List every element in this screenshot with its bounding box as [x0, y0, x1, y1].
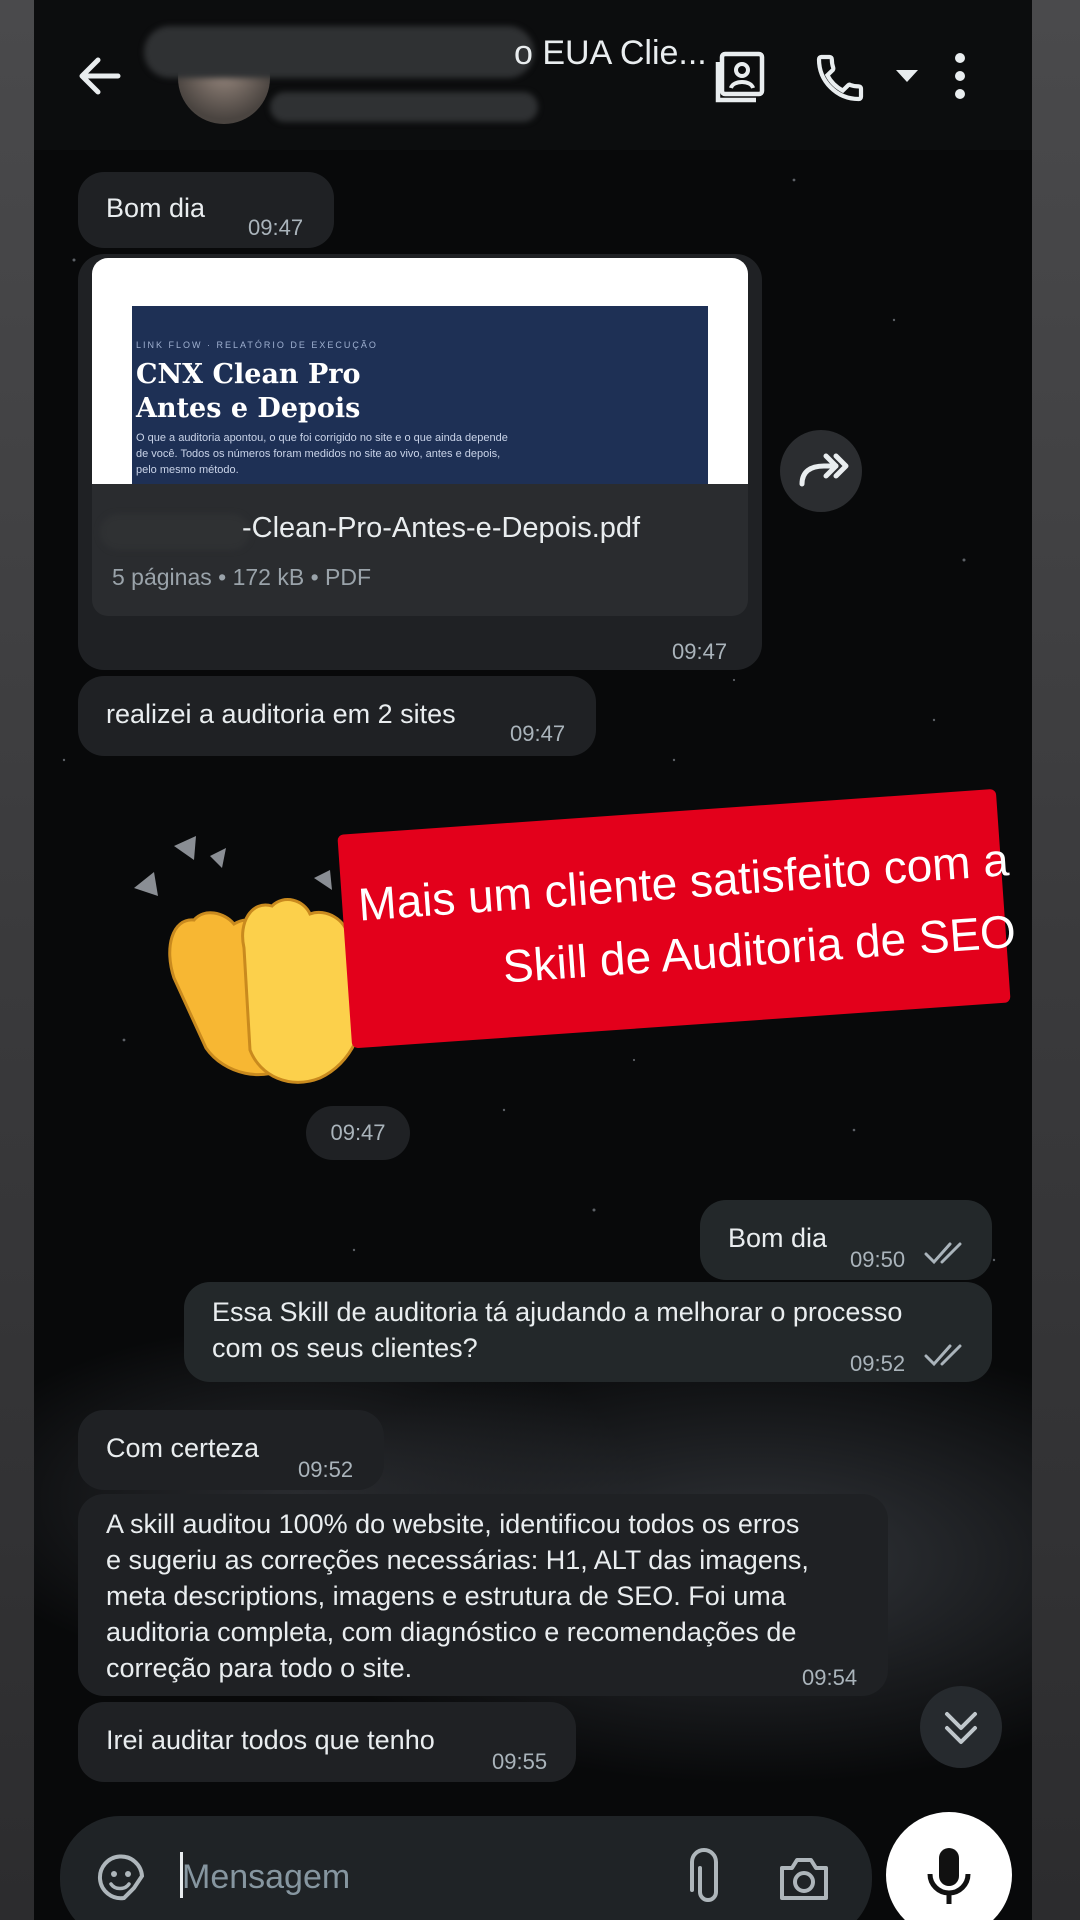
message-text-line: A skill auditou 100% do website, identif…	[106, 1509, 800, 1539]
double-chevron-down-icon	[945, 1712, 977, 1744]
scroll-to-bottom-button[interactable]	[920, 1686, 1002, 1768]
pdf-preview: LINK FLOW · RELATÓRIO DE EXECUÇÃO CNX Cl…	[92, 258, 748, 484]
message-time: 09:55	[492, 1749, 548, 1774]
pdf-kicker: LINK FLOW · RELATÓRIO DE EXECUÇÃO	[136, 340, 378, 350]
pdf-file-meta: 5 páginas • 172 kB • PDF	[112, 564, 372, 590]
pdf-cover: LINK FLOW · RELATÓRIO DE EXECUÇÃO CNX Cl…	[132, 306, 708, 484]
pdf-heading: CNX Clean Pro Antes e Depois	[136, 358, 361, 426]
message-bubble-incoming[interactable]: Bom dia 09:47	[78, 172, 334, 248]
contact-card-icon[interactable]	[714, 50, 768, 104]
message-text-line: e sugeriu as correções necessárias: H1, …	[106, 1545, 809, 1575]
message-time: 09:47	[672, 639, 728, 664]
message-bubble-outgoing[interactable]: Essa Skill de auditoria tá ajudando a me…	[184, 1282, 992, 1382]
sticker-icon[interactable]	[94, 1852, 148, 1906]
pdf-attachment[interactable]: LINK FLOW · RELATÓRIO DE EXECUÇÃO CNX Cl…	[92, 258, 748, 616]
chat-title[interactable]: o EUA Clie...	[514, 34, 707, 73]
redacted-file-prefix	[100, 514, 250, 550]
camera-icon[interactable]	[776, 1854, 832, 1904]
message-text: Com certeza	[106, 1433, 260, 1463]
message-time: 09:50	[850, 1247, 906, 1272]
back-arrow-icon[interactable]	[72, 48, 128, 104]
message-input[interactable]: Mensagem	[182, 1858, 350, 1897]
message-text: Bom dia	[728, 1223, 828, 1253]
frame-right-edge	[1032, 0, 1080, 1920]
forward-button[interactable]	[780, 430, 862, 512]
pdf-heading-line-2: Antes e Depois	[136, 393, 361, 424]
message-time: 09:47	[510, 721, 566, 746]
message-text-line: com os seus clientes?	[212, 1333, 478, 1363]
message-text-line: meta descriptions, imagens e estrutura d…	[106, 1581, 786, 1611]
message-text: realizei a auditoria em 2 sites	[106, 699, 456, 729]
message-text-line: Essa Skill de auditoria tá ajudando a me…	[212, 1297, 903, 1327]
attach-icon[interactable]	[688, 1848, 728, 1908]
read-ticks-icon	[924, 1242, 962, 1265]
forward-icon	[799, 453, 849, 487]
pdf-description: O que a auditoria apontou, o que foi cor…	[136, 432, 508, 476]
mic-icon	[927, 1848, 971, 1904]
mic-button[interactable]	[886, 1812, 1012, 1920]
message-bubble-incoming[interactable]: realizei a auditoria em 2 sites 09:47	[78, 676, 596, 756]
message-text-line: correção para todo o site.	[106, 1653, 413, 1683]
read-ticks-icon	[924, 1344, 962, 1367]
message-bubble-incoming[interactable]: Com certeza 09:52	[78, 1410, 384, 1490]
chat-screen: o EUA Clie... Bom dia 09:47 09:47 LINK F…	[34, 0, 1032, 1920]
message-time: 09:52	[850, 1351, 906, 1376]
message-time: 09:52	[298, 1457, 354, 1482]
chat-header: o EUA Clie...	[34, 0, 1032, 150]
message-time: 09:47	[248, 215, 304, 240]
redacted-contact-status	[270, 92, 538, 122]
message-time: 09:54	[802, 1665, 858, 1690]
phone-icon[interactable]	[812, 50, 868, 106]
more-vert-icon[interactable]	[952, 52, 968, 100]
message-text: Bom dia	[106, 193, 206, 223]
pdf-file-name: -Clean-Pro-Antes-e-Depois.pdf	[242, 512, 641, 544]
pdf-heading-line-1: CNX Clean Pro	[136, 359, 361, 390]
frame-left-edge	[0, 0, 34, 1920]
sticker-time: 09:47	[306, 1106, 410, 1160]
dropdown-caret-icon[interactable]	[894, 66, 920, 86]
message-bubble-outgoing[interactable]: Bom dia 09:50	[700, 1200, 992, 1280]
message-bubble-incoming[interactable]: Irei auditar todos que tenho 09:55	[78, 1702, 576, 1782]
message-text: Irei auditar todos que tenho	[106, 1725, 435, 1755]
redacted-contact-name	[144, 26, 534, 78]
message-text-line: auditoria completa, com diagnóstico e re…	[106, 1617, 797, 1647]
message-bubble-incoming[interactable]: A skill auditou 100% do website, identif…	[78, 1494, 888, 1696]
